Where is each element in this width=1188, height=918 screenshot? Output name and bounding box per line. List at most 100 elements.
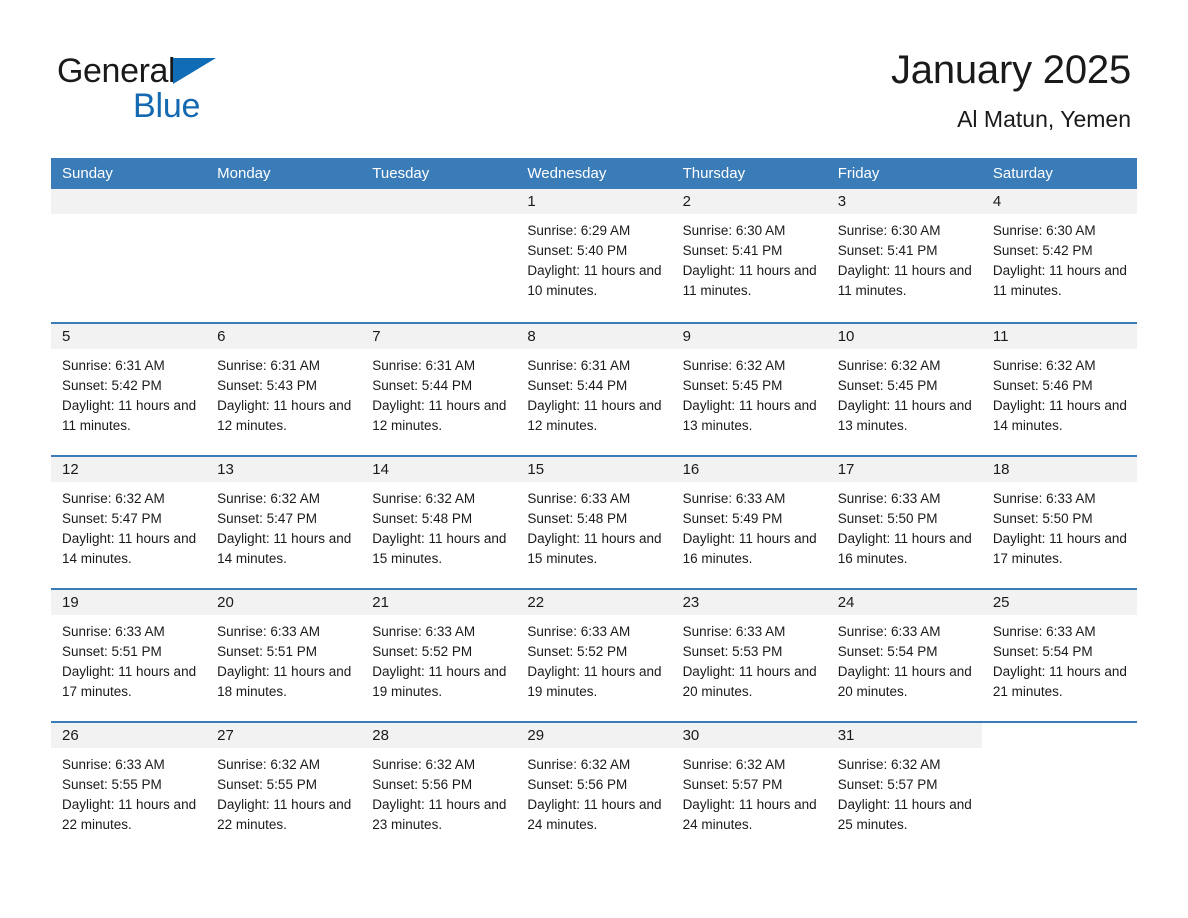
calendar-day-cell[interactable]: 15 Sunrise: 6:33 AM Sunset: 5:48 PM Dayligh…: [516, 457, 672, 588]
day-number-band: 6: [206, 324, 362, 349]
calendar-day-cell[interactable]: 4 Sunrise: 6:30 AM Sunset: 5:42 PM Daylight…: [981, 189, 1137, 322]
day-number: 10: [837, 328, 855, 345]
calendar-day-cell[interactable]: 7 Sunrise: 6:31 AM Sunset: 5:44 PM Daylight…: [361, 324, 517, 455]
calendar-day-cell[interactable]: 19 Sunrise: 6:33 AM Sunset: 5:51 PM Dayligh…: [51, 590, 207, 721]
daylight-text: Daylight: 11 hours and 11 minutes.: [62, 398, 197, 433]
calendar-day-cell[interactable]: 24 Sunrise: 6:33 AM Sunset: 5:54 PM Dayligh…: [826, 590, 982, 721]
sunset-text: Sunset: 5:48 PM: [527, 511, 628, 526]
calendar-day-cell[interactable]: 5 Sunrise: 6:31 AM Sunset: 5:42 PM Daylight…: [51, 324, 207, 455]
weekday-header-friday: Friday: [837, 165, 880, 182]
calendar-day-cell[interactable]: 8 Sunrise: 6:31 AM Sunset: 5:44 PM Daylight…: [516, 324, 672, 455]
sunset-text: Sunset: 5:57 PM: [837, 777, 938, 792]
calendar-day-cell[interactable]: 29 Sunrise: 6:32 AM Sunset: 5:56 PM Dayligh…: [516, 723, 672, 854]
day-number-band: 25: [981, 590, 1137, 615]
calendar-day-cell[interactable]: 10 Sunrise: 6:32 AM Sunset: 5:45 PM Dayligh…: [826, 324, 982, 455]
sunrise-text: Sunrise: 6:33 AM: [62, 757, 165, 772]
day-info: Sunrise: 6:32 AM Sunset: 5:56 PM Daylight:…: [361, 748, 516, 835]
calendar-day-cell[interactable]: 1 Sunrise: 6:29 AM Sunset: 5:40 PM Daylight…: [516, 189, 672, 322]
daylight-text: Daylight: 11 hours and 14 minutes.: [62, 531, 197, 566]
sunrise-text: Sunrise: 6:32 AM: [992, 358, 1096, 373]
sunset-text: Sunset: 5:54 PM: [992, 644, 1093, 659]
calendar-day-cell[interactable]: 9 Sunrise: 6:32 AM Sunset: 5:45 PM Daylight…: [671, 324, 827, 455]
calendar-day-cell[interactable]: 2 Sunrise: 6:30 AM Sunset: 5:41 PM Daylight…: [671, 189, 827, 322]
calendar-day-cell[interactable]: 26 Sunrise: 6:33 AM Sunset: 5:55 PM Dayligh…: [51, 723, 207, 854]
sunset-text: Sunset: 5:42 PM: [62, 378, 162, 393]
day-info: Sunrise: 6:31 AM Sunset: 5:42 PM Daylight:…: [51, 349, 206, 436]
calendar-week-row: 19 Sunrise: 6:33 AM Sunset: 5:51 PM Dayligh…: [51, 588, 1137, 721]
day-number-band: 14: [361, 457, 517, 482]
calendar-day-cell[interactable]: 21 Sunrise: 6:33 AM Sunset: 5:52 PM Dayligh…: [361, 590, 517, 721]
day-info: Sunrise: 6:33 AM Sunset: 5:51 PM Daylight:…: [51, 615, 206, 702]
daylight-text: Daylight: 11 hours and 11 minutes.: [837, 263, 972, 298]
day-info: Sunrise: 6:32 AM Sunset: 5:45 PM Daylight:…: [827, 349, 982, 436]
sunrise-text: Sunrise: 6:31 AM: [372, 358, 476, 373]
day-number: 30: [682, 727, 700, 744]
daylight-text: Daylight: 11 hours and 22 minutes.: [62, 797, 197, 832]
day-number-band: 28: [361, 723, 517, 748]
calendar-day-cell[interactable]: 27 Sunrise: 6:32 AM Sunset: 5:55 PM Dayligh…: [206, 723, 362, 854]
sunset-text: Sunset: 5:44 PM: [527, 378, 628, 393]
sunset-text: Sunset: 5:50 PM: [837, 511, 938, 526]
calendar-day-cell[interactable]: 22 Sunrise: 6:33 AM Sunset: 5:52 PM Dayligh…: [516, 590, 672, 721]
sunset-text: Sunset: 5:55 PM: [62, 777, 162, 792]
calendar-day-cell-empty: [981, 723, 1137, 854]
sunrise-text: Sunrise: 6:29 AM: [527, 223, 631, 238]
daylight-text: Daylight: 11 hours and 11 minutes.: [682, 263, 817, 298]
general-blue-logo[interactable]: General Blue: [57, 52, 247, 130]
calendar-day-cell[interactable]: 12 Sunrise: 6:32 AM Sunset: 5:47 PM Dayligh…: [51, 457, 207, 588]
sunrise-text: Sunrise: 6:31 AM: [62, 358, 165, 373]
day-number-band: 24: [826, 590, 982, 615]
day-number: 1: [527, 193, 536, 210]
daylight-text: Daylight: 11 hours and 14 minutes.: [217, 531, 352, 566]
sunrise-text: Sunrise: 6:33 AM: [527, 491, 631, 506]
sunset-text: Sunset: 5:52 PM: [372, 644, 473, 659]
calendar-day-cell[interactable]: 14 Sunrise: 6:32 AM Sunset: 5:48 PM Dayligh…: [361, 457, 517, 588]
sunset-text: Sunset: 5:54 PM: [837, 644, 938, 659]
weekday-header-wednesday: Wednesday: [527, 165, 607, 182]
calendar-day-cell[interactable]: 16 Sunrise: 6:33 AM Sunset: 5:49 PM Dayligh…: [671, 457, 827, 588]
calendar-day-cell[interactable]: 11 Sunrise: 6:32 AM Sunset: 5:46 PM Dayligh…: [981, 324, 1137, 455]
daylight-text: Daylight: 11 hours and 25 minutes.: [837, 797, 972, 832]
day-number: 5: [62, 328, 71, 345]
sunrise-text: Sunrise: 6:33 AM: [217, 624, 320, 639]
calendar-day-cell[interactable]: 3 Sunrise: 6:30 AM Sunset: 5:41 PM Daylight…: [826, 189, 982, 322]
calendar-day-cell[interactable]: 25 Sunrise: 6:33 AM Sunset: 5:54 PM Dayligh…: [981, 590, 1137, 721]
sunset-text: Sunset: 5:45 PM: [682, 378, 783, 393]
calendar-day-cell[interactable]: 18 Sunrise: 6:33 AM Sunset: 5:50 PM Dayligh…: [981, 457, 1137, 588]
sunset-text: Sunset: 5:56 PM: [527, 777, 628, 792]
day-number: 21: [372, 594, 389, 611]
calendar-day-cell[interactable]: 23 Sunrise: 6:33 AM Sunset: 5:53 PM Dayligh…: [671, 590, 827, 721]
calendar-day-cell[interactable]: 6 Sunrise: 6:31 AM Sunset: 5:43 PM Daylight…: [206, 324, 362, 455]
daylight-text: Daylight: 11 hours and 20 minutes.: [682, 664, 817, 699]
day-number-band: 18: [981, 457, 1137, 482]
sunset-text: Sunset: 5:57 PM: [682, 777, 783, 792]
calendar-day-cell[interactable]: 30 Sunrise: 6:32 AM Sunset: 5:57 PM Dayligh…: [671, 723, 827, 854]
day-number: 31: [837, 727, 855, 744]
day-number-band: 26: [51, 723, 207, 748]
day-number: 16: [682, 461, 700, 478]
day-info: Sunrise: 6:33 AM Sunset: 5:52 PM Daylight:…: [361, 615, 516, 702]
sunrise-text: Sunrise: 6:32 AM: [527, 757, 631, 772]
calendar-day-cell[interactable]: 13 Sunrise: 6:32 AM Sunset: 5:47 PM Dayligh…: [206, 457, 362, 588]
day-info: Sunrise: 6:32 AM Sunset: 5:46 PM Daylight:…: [982, 349, 1137, 436]
day-info: Sunrise: 6:33 AM Sunset: 5:51 PM Daylight:…: [206, 615, 361, 702]
calendar-day-cell[interactable]: 20 Sunrise: 6:33 AM Sunset: 5:51 PM Dayligh…: [206, 590, 362, 721]
daylight-text: Daylight: 11 hours and 12 minutes.: [217, 398, 352, 433]
day-number: 19: [62, 594, 79, 611]
daylight-text: Daylight: 11 hours and 15 minutes.: [372, 531, 507, 566]
day-info: Sunrise: 6:32 AM Sunset: 5:48 PM Daylight:…: [361, 482, 516, 569]
day-number-band: 17: [826, 457, 982, 482]
daylight-text: Daylight: 11 hours and 17 minutes.: [62, 664, 197, 699]
day-number-band: [51, 189, 207, 214]
calendar-day-cell[interactable]: 28 Sunrise: 6:32 AM Sunset: 5:56 PM Dayligh…: [361, 723, 517, 854]
calendar-day-cell[interactable]: 31 Sunrise: 6:32 AM Sunset: 5:57 PM Dayligh…: [826, 723, 982, 854]
sunrise-text: Sunrise: 6:33 AM: [992, 624, 1096, 639]
sunrise-text: Sunrise: 6:33 AM: [527, 624, 631, 639]
day-info: Sunrise: 6:32 AM Sunset: 5:57 PM Daylight:…: [827, 748, 982, 835]
calendar-day-cell[interactable]: 17 Sunrise: 6:33 AM Sunset: 5:50 PM Dayligh…: [826, 457, 982, 588]
day-number: 12: [62, 461, 79, 478]
daylight-text: Daylight: 11 hours and 19 minutes.: [527, 664, 662, 699]
calendar-week-row: 5 Sunrise: 6:31 AM Sunset: 5:42 PM Daylight…: [51, 322, 1137, 455]
day-number: 13: [217, 461, 234, 478]
day-info: Sunrise: 6:30 AM Sunset: 5:41 PM Daylight:…: [827, 214, 982, 301]
